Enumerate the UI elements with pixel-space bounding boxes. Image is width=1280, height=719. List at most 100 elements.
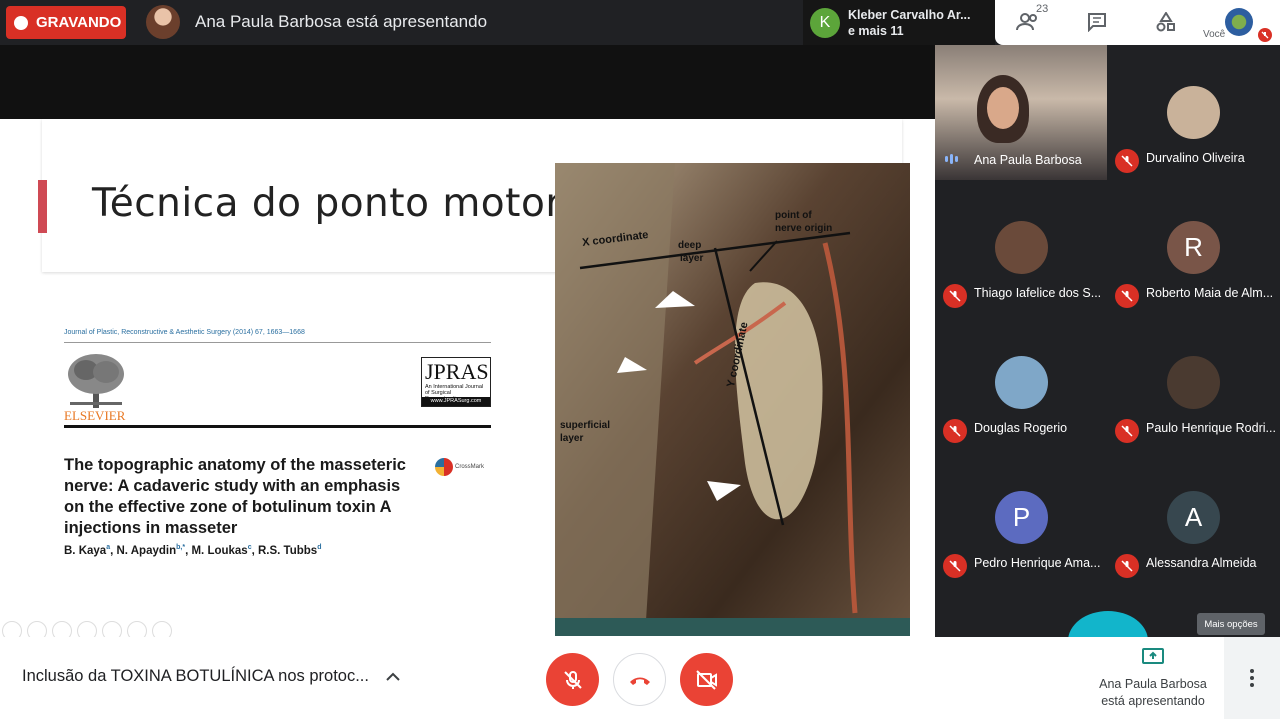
participant-avatar (995, 356, 1048, 409)
participant-name: Ana Paula Barbosa (974, 153, 1082, 167)
jpras-name: JPRAS (425, 359, 489, 384)
prev-slide-button[interactable] (2, 621, 22, 637)
hangup-icon (629, 677, 650, 685)
mic-off-icon (943, 554, 967, 578)
journal-citation: Journal of Plastic, Reconstructive & Aes… (64, 329, 305, 336)
joiner-more: e mais 11 (848, 23, 904, 38)
top-actions: 23 Você (995, 0, 1280, 45)
view-button[interactable] (127, 621, 147, 637)
crossmark-label: CrossMark (455, 464, 485, 470)
participant-name: Douglas Rogerio (974, 421, 1068, 435)
present-screen-icon (1142, 648, 1164, 664)
activities-button[interactable] (1151, 8, 1181, 36)
participant-name: Durvalino Oliveira (1146, 151, 1245, 165)
jpras-logo: JPRAS An International Journal of Surgic… (421, 357, 491, 407)
participant-name: Paulo Henrique Rodri... (1146, 421, 1276, 435)
author: R.S. Tubbs (258, 544, 318, 557)
presenter-name: Ana Paula Barbosa (1099, 677, 1207, 691)
participant-avatar: A (1167, 491, 1220, 544)
slide-title: Técnica do ponto motor (92, 181, 562, 226)
presenting-status: está apresentando (1101, 694, 1205, 708)
deep-layer-label: layer (680, 253, 704, 264)
mic-off-icon (943, 419, 967, 443)
participant-tile[interactable]: R Roberto Maia de Alm... (1107, 180, 1279, 315)
presentation-status[interactable]: Ana Paula Barbosa está apresentando (1090, 647, 1216, 710)
mic-toggle-button[interactable] (546, 653, 599, 706)
more-vert-icon (1250, 669, 1254, 687)
more-options-tooltip: Mais opções (1197, 613, 1265, 635)
participant-tile[interactable]: Douglas Rogerio (935, 315, 1107, 450)
chat-button[interactable] (1082, 8, 1112, 36)
crossmark-badge: CrossMark (435, 458, 484, 476)
camera-toggle-button[interactable] (680, 653, 733, 706)
camera-off-icon (695, 669, 717, 690)
presenter-avatar (146, 5, 180, 39)
participant-name: Pedro Henrique Ama... (974, 556, 1101, 570)
zoom-button[interactable] (102, 621, 122, 637)
self-avatar[interactable] (1225, 8, 1253, 36)
paper-title: The topographic anatomy of the masseteri… (64, 456, 406, 537)
participant-tile[interactable]: Paulo Henrique Rodri... (1107, 315, 1279, 450)
chat-icon (1088, 13, 1106, 32)
point-of-label: point of (775, 210, 812, 221)
mic-off-icon (943, 284, 967, 308)
anatomy-image: X coordinate deep layer point of nerve o… (555, 163, 910, 636)
publisher-name: ELSEVIER (64, 408, 126, 423)
mic-off-icon (1115, 149, 1139, 173)
pointer-button[interactable] (77, 621, 97, 637)
chevron-up-icon[interactable] (384, 668, 402, 686)
participant-avatar (1167, 356, 1220, 409)
mic-off-icon (1115, 284, 1139, 308)
presenting-label: Ana Paula Barbosa está apresentando (195, 12, 488, 31)
participant-avatar (995, 221, 1048, 274)
self-label: Você (1203, 29, 1226, 40)
slide-accent-bar (38, 180, 47, 233)
join-notification[interactable]: K Kleber Carvalho Ar... e mais 11 (803, 0, 995, 45)
recording-badge[interactable]: GRAVANDO (6, 6, 126, 39)
recording-label: GRAVANDO (36, 14, 122, 31)
more-options-button[interactable] (1224, 637, 1280, 719)
next-slide-button[interactable] (27, 621, 47, 637)
joiner-avatar: K (810, 7, 840, 38)
participant-avatar: R (1167, 221, 1220, 274)
top-bar: GRAVANDO Ana Paula Barbosa está apresent… (0, 0, 1280, 45)
mic-off-icon (1258, 28, 1272, 42)
slide-top-band (0, 45, 935, 119)
mic-off-icon (1115, 419, 1139, 443)
participant-tile[interactable]: Thiago Iafelice dos S... (935, 180, 1107, 315)
participant-avatar: P (995, 491, 1048, 544)
paper-authors: B. Kayaa, N. Apaydinb,*, M. Loukasc, R.S… (64, 544, 322, 557)
presentation-slide: Técnica do ponto motor Journal of Plasti… (0, 119, 935, 637)
participant-name: Thiago Iafelice dos S... (974, 286, 1102, 300)
participant-face (987, 87, 1019, 129)
meeting-title[interactable]: Inclusão da TOXINA BOTULÍNICA nos protoc… (22, 667, 369, 686)
participant-tile[interactable]: P Pedro Henrique Ama... (935, 450, 1107, 585)
joiner-name: Kleber Carvalho Ar... (848, 7, 971, 22)
author: M. Loukas (191, 544, 248, 557)
bottom-bar: Inclusão da TOXINA BOTULÍNICA nos protoc… (0, 637, 1280, 719)
nerve-origin-label: nerve origin (775, 223, 833, 234)
crossmark-icon (435, 458, 453, 476)
divider (64, 342, 491, 343)
superficial-layer-label: layer (560, 433, 584, 444)
meet-window: GRAVANDO Ana Paula Barbosa está apresent… (0, 0, 1280, 719)
slide-controls (2, 621, 172, 637)
people-count: 23 (1036, 3, 1049, 15)
pen-button[interactable] (52, 621, 72, 637)
author: B. Kaya (64, 544, 107, 557)
mic-off-icon (1115, 554, 1139, 578)
divider (64, 425, 491, 428)
record-dot-icon (14, 15, 28, 30)
participant-avatar (1167, 86, 1220, 139)
participant-name: Roberto Maia de Alm... (1146, 286, 1274, 300)
participant-tile[interactable]: Ana Paula Barbosa (935, 45, 1107, 180)
participant-tile[interactable]: Durvalino Oliveira (1107, 45, 1279, 180)
shapes-icon (1156, 12, 1175, 32)
leave-call-button[interactable] (613, 653, 666, 706)
participant-grid: Ana Paula Barbosa Durvalino Oliveira Thi… (935, 45, 1280, 637)
mic-off-icon (563, 670, 582, 689)
participant-name: Alessandra Almeida (1146, 556, 1257, 570)
more-slide-button[interactable] (152, 621, 172, 637)
participant-tile[interactable]: A Alessandra Almeida (1107, 450, 1279, 585)
superficial-label: superficial (560, 420, 611, 431)
